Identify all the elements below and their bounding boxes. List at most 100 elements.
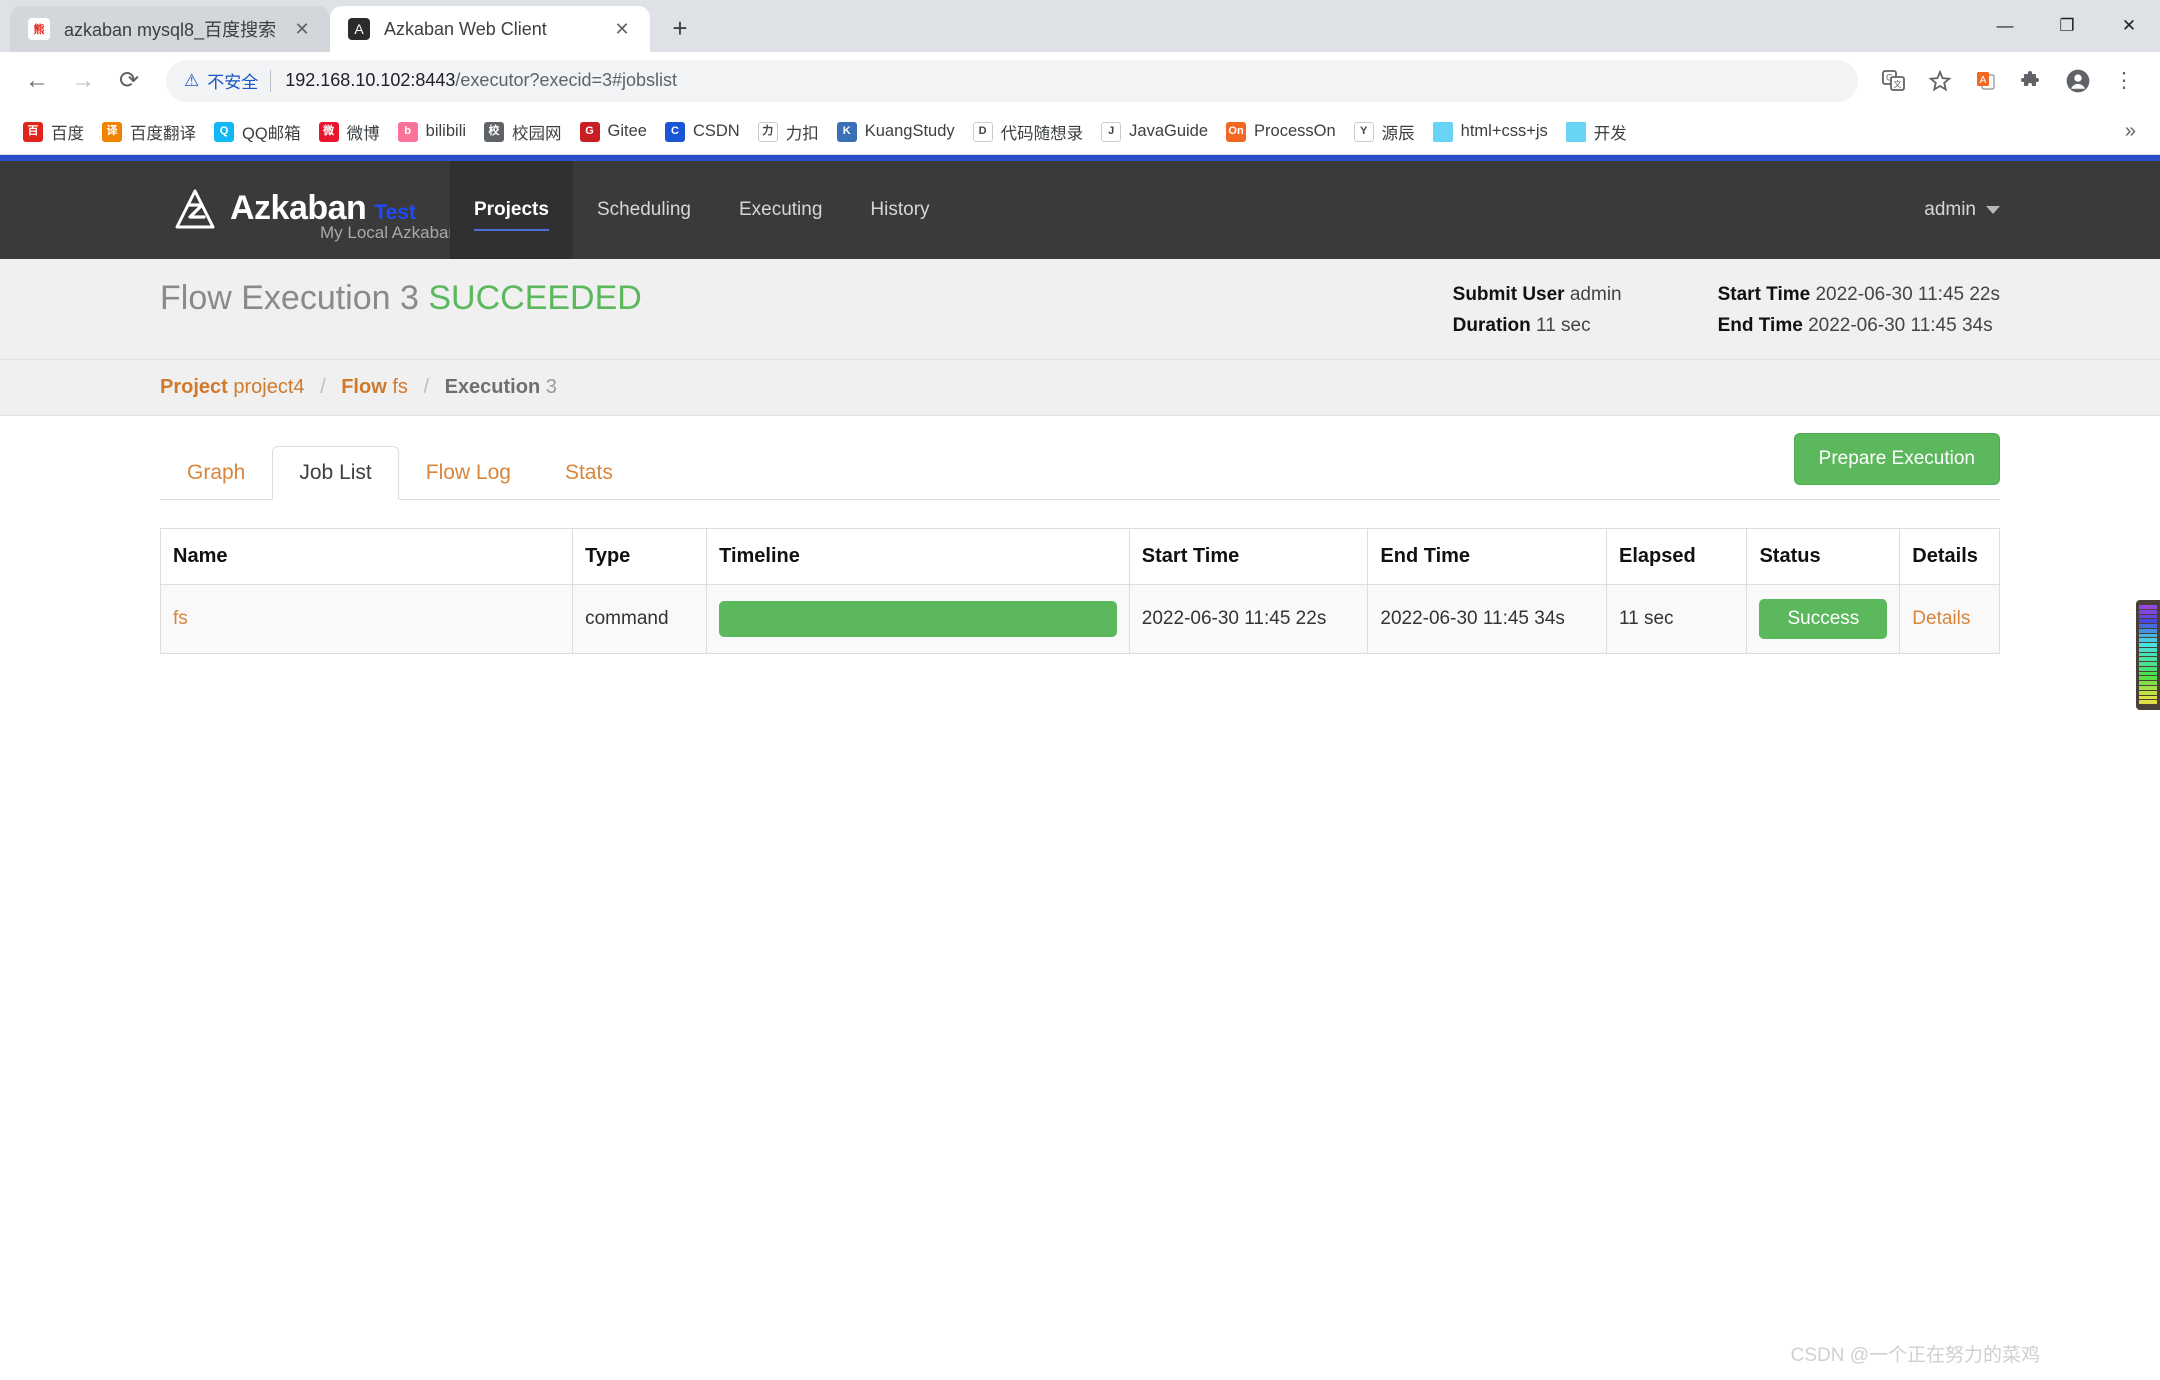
- bookmark-label: QQ邮箱: [242, 124, 301, 143]
- window-controls: — ❐ ✕: [1974, 0, 2160, 52]
- svg-text:A: A: [1980, 75, 1987, 86]
- tab-close-icon[interactable]: ✕: [608, 15, 636, 43]
- execution-meta-col-1: Submit User admin Duration 11 sec: [1453, 279, 1622, 341]
- tab-stats[interactable]: Stats: [538, 446, 640, 500]
- tab-close-icon[interactable]: ✕: [288, 15, 316, 43]
- rgb-segment: [2139, 662, 2157, 666]
- browser-tab-baidu[interactable]: 熊 azkaban mysql8_百度搜索 ✕: [10, 6, 330, 52]
- rgb-segment: [2139, 609, 2157, 614]
- bookmarks-overflow-icon[interactable]: »: [2115, 120, 2146, 143]
- bookmark-item[interactable]: Y 源辰: [1345, 116, 1424, 148]
- nav-item-history[interactable]: History: [846, 161, 953, 259]
- new-tab-button[interactable]: +: [660, 8, 700, 48]
- svg-text:文: 文: [1894, 79, 1902, 89]
- azkaban-brand[interactable]: Azkaban Test My Local Azkaban: [0, 161, 458, 259]
- rgb-segment: [2139, 624, 2157, 628]
- cell-start-time: 2022-06-30 11:45 22s: [1128, 584, 1369, 654]
- breadcrumb-separator: /: [320, 376, 326, 398]
- bookmark-label: bilibili: [425, 122, 467, 140]
- table-header-row: Name Type Timeline Start Time End Time E…: [159, 528, 2000, 585]
- rgb-segments: [2139, 605, 2157, 705]
- breadcrumb-separator: /: [423, 376, 430, 398]
- watermark: CSDN @一个正在努力的菜鸡: [1790, 1345, 2040, 1366]
- bookmarks-bar: 百百度译百度翻译 Q QQ邮箱微微博 b bilibili 校校园网 G Gitee C CSDN…: [0, 109, 2160, 155]
- close-window-icon[interactable]: ✕: [2098, 0, 2160, 52]
- user-menu[interactable]: admin: [1924, 161, 2160, 259]
- main-content: Graph Job List Flow Log Stats Prepare Ex…: [0, 416, 2160, 654]
- page-title: Flow Execution 3 SUCCEEDED: [160, 279, 642, 318]
- bookmark-item[interactable]: D 代码随想录: [964, 116, 1093, 148]
- bookmark-item[interactable]: Q QQ邮箱: [205, 116, 310, 148]
- bookmark-item[interactable]: J JavaGuide: [1092, 118, 1217, 146]
- meta-label: Duration: [1452, 315, 1531, 336]
- bookmark-item[interactable]: G Gitee: [571, 118, 656, 146]
- job-name-link[interactable]: fs: [173, 608, 188, 629]
- processon-icon: On: [1226, 121, 1247, 142]
- bookmark-item[interactable]: 力力扣: [749, 116, 828, 148]
- minimize-icon[interactable]: —: [1974, 0, 2036, 52]
- bookmark-item[interactable]: html+css+js: [1424, 118, 1557, 146]
- reload-icon[interactable]: ⟳: [106, 58, 152, 104]
- browser-tab-azkaban[interactable]: A Azkaban Web Client ✕: [330, 6, 650, 52]
- forward-icon[interactable]: →: [60, 58, 106, 104]
- security-warning-label[interactable]: 不安全: [207, 68, 258, 93]
- azkaban-icon: A: [348, 18, 370, 40]
- breadcrumb-project-label[interactable]: Project: [160, 376, 228, 398]
- rgb-segment: [2139, 700, 2157, 705]
- address-bar[interactable]: ⚠ 不安全 192.168.10.102:8443/executor?execi…: [166, 59, 1858, 102]
- bookmark-item[interactable]: C CSDN: [656, 118, 749, 146]
- bookmark-item[interactable]: 译百度翻译: [93, 116, 205, 148]
- back-icon[interactable]: ←: [14, 58, 60, 104]
- bookmark-label: 代码随想录: [1000, 124, 1084, 143]
- breadcrumb-flow-value[interactable]: fs: [392, 376, 408, 398]
- breadcrumb-execution-label: Execution: [444, 376, 541, 398]
- bookmark-item[interactable]: K KuangStudy: [828, 118, 964, 146]
- bookmark-item[interactable]: 校校园网: [475, 116, 571, 148]
- tab-title: Azkaban Web Client: [384, 18, 547, 39]
- address-bar-url: 192.168.10.102:8443/executor?execid=3#jo…: [285, 70, 677, 91]
- campus-net-icon: 校: [484, 121, 505, 142]
- bookmark-label: JavaGuide: [1129, 122, 1209, 140]
- bookmark-item[interactable]: On ProcessOn: [1217, 118, 1345, 146]
- details-link[interactable]: Details: [1912, 608, 1970, 629]
- nav-item-projects[interactable]: Projects: [449, 161, 573, 259]
- bookmark-label: CSDN: [692, 122, 740, 140]
- tab-graph[interactable]: Graph: [160, 446, 272, 500]
- extensions-puzzle-icon[interactable]: [2010, 59, 2054, 103]
- nav-item-executing[interactable]: Executing: [715, 161, 846, 259]
- extension-translate-icon[interactable]: A: [1964, 59, 2008, 103]
- azkaban-env-label: Test: [374, 200, 416, 224]
- weibo-icon: 微: [318, 121, 339, 142]
- bookmark-label: KuangStudy: [864, 122, 955, 140]
- nav-item-scheduling[interactable]: Scheduling: [573, 161, 715, 259]
- meta-duration: Duration 11 sec: [1453, 310, 1622, 341]
- yuanchen-icon: Y: [1353, 121, 1374, 142]
- chrome-menu-icon[interactable]: ⋮: [2102, 59, 2146, 103]
- url-path: /executor?execid=3#jobslist: [455, 70, 678, 90]
- status-badge: SUCCEEDED: [428, 279, 642, 317]
- bookmark-item[interactable]: 百百度: [14, 116, 93, 148]
- tab-job-list[interactable]: Job List: [272, 446, 399, 500]
- profile-avatar-icon[interactable]: [2056, 59, 2100, 103]
- folder-icon: [1432, 121, 1453, 142]
- leetcode-icon: 力: [757, 121, 778, 142]
- tab-flow-log[interactable]: Flow Log: [399, 446, 538, 500]
- rgb-segment: [2139, 666, 2157, 671]
- prepare-execution-button[interactable]: Prepare Execution: [1793, 433, 2000, 485]
- bookmark-item[interactable]: 微微博: [310, 116, 389, 148]
- breadcrumb-flow-label[interactable]: Flow: [341, 376, 387, 398]
- javaguide-icon: J: [1101, 121, 1122, 142]
- execution-title-text: Flow Execution 3: [160, 279, 419, 317]
- cell-job-name: fs: [159, 584, 574, 654]
- cell-end-time: 2022-06-30 11:45 34s: [1367, 584, 1607, 654]
- translate-icon[interactable]: G文: [1872, 59, 1916, 103]
- bookmark-item[interactable]: 开发: [1557, 116, 1636, 148]
- meta-end-time: End Time 2022-06-30 11:45 34s: [1718, 310, 2000, 341]
- maximize-icon[interactable]: ❐: [2036, 0, 2098, 52]
- breadcrumb-project-value[interactable]: project4: [233, 376, 304, 398]
- bookmark-star-icon[interactable]: [1918, 59, 1962, 103]
- rgb-segment: [2139, 605, 2157, 609]
- meta-value: 2022-06-30 11:45 22s: [1815, 284, 2000, 305]
- rgb-segment: [2139, 643, 2157, 647]
- bookmark-item[interactable]: b bilibili: [389, 118, 475, 146]
